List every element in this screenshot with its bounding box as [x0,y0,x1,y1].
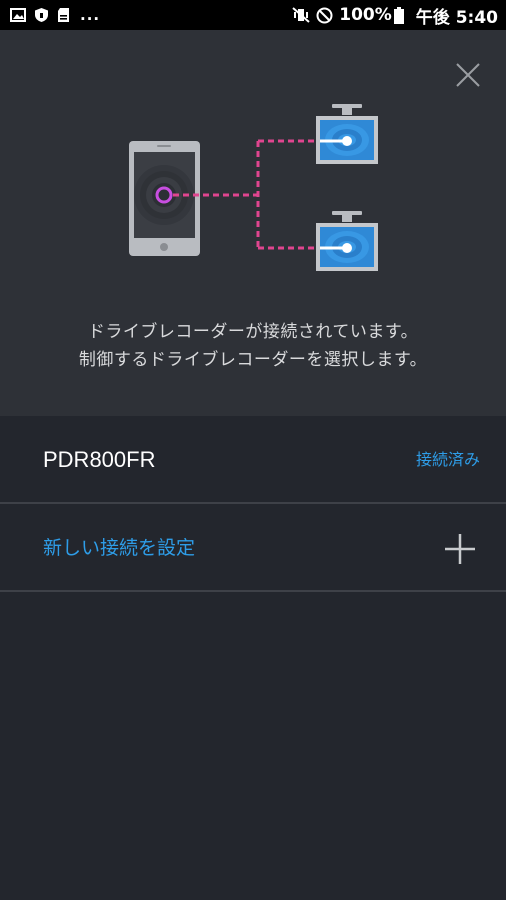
message-line-1: ドライブレコーダーが接続されています。 [87,322,419,342]
vibrate-icon [292,7,310,23]
close-icon[interactable] [448,55,488,95]
device-name: PDR800FR [43,447,156,472]
connection-illustration [129,104,378,271]
status-bar-overflow: ... [80,6,101,24]
divider [0,590,506,592]
device-selection-screen: ... 100% 午後 5:40 ドライブレコーダーが接続されています。 制御す… [0,0,506,900]
connection-header: ドライブレコーダーが接続されています。 制御するドライブレコーダーを選択します。 [0,30,506,416]
message-line-2: 制御するドライブレコーダーを選択します。 [78,350,428,370]
dashcam-icon [316,211,378,271]
new-connection-label: 新しい接続を設定 [43,537,196,559]
connection-message: ドライブレコーダーが接続されています。 制御するドライブレコーダーを選択します。 [0,318,506,374]
status-bar-left: ... [10,0,100,30]
shield-icon [35,8,48,22]
dashcam-icon [316,104,378,164]
sd-card-icon [58,8,69,22]
do-not-disturb-icon [316,7,333,23]
connection-status-badge: 接続済み [415,450,480,469]
new-connection-button[interactable]: 新しい接続を設定 [0,505,506,591]
plus-icon[interactable] [442,531,478,567]
status-bar-right: 100% 午後 5:40 [292,0,498,30]
battery-percent: 100% [339,5,392,25]
smartphone-icon [129,141,200,256]
image-icon [10,8,26,22]
battery-icon [393,6,404,24]
divider [0,502,506,504]
device-list-item[interactable]: PDR800FR 接続済み [0,416,506,502]
clock: 午後 5:40 [415,7,498,28]
status-bar: ... 100% 午後 5:40 [0,0,506,30]
